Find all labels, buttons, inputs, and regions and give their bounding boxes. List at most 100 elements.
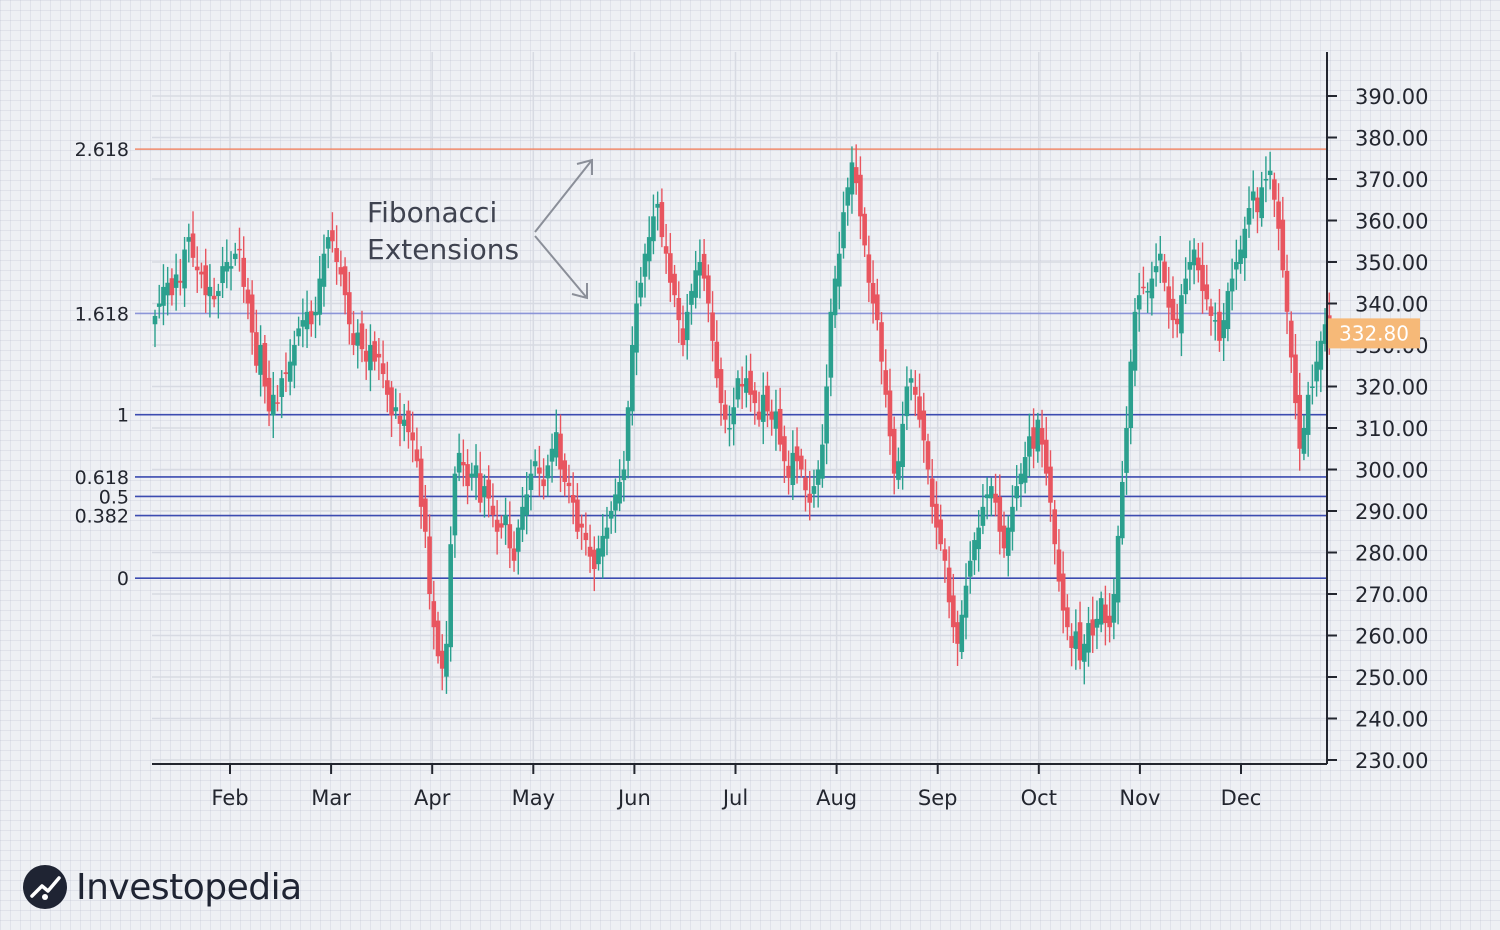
candle-body <box>727 428 732 430</box>
candle-body <box>630 345 635 412</box>
candle-body <box>1048 466 1053 503</box>
candle-body <box>427 536 432 594</box>
candle-body <box>1090 619 1096 636</box>
candle-body <box>866 254 872 283</box>
y-tick-label: 360.00 <box>1355 210 1428 234</box>
candle-body <box>756 411 762 420</box>
annotation: Fibonacci Extensions <box>367 158 593 300</box>
candle-body <box>1183 278 1188 295</box>
candle-body <box>921 410 927 441</box>
y-tick-label: 260.00 <box>1355 625 1428 649</box>
candle-body <box>807 493 813 503</box>
candle-body <box>182 249 187 289</box>
candle-body <box>845 187 851 206</box>
candle-body <box>562 460 568 482</box>
y-tick-label: 380.00 <box>1355 127 1428 151</box>
candle-body <box>697 262 703 276</box>
candle-body <box>1174 318 1180 325</box>
candle-body <box>566 482 572 487</box>
candle-body <box>942 549 948 561</box>
candle-body <box>1280 219 1286 271</box>
candle-body <box>896 461 901 480</box>
candle-body <box>1212 320 1218 322</box>
candle-body <box>579 523 584 528</box>
candle-body <box>482 486 487 498</box>
candle-body <box>249 294 255 333</box>
x-tick-label: Sep <box>918 786 958 810</box>
y-tick-label: 290.00 <box>1355 500 1428 524</box>
candle-body <box>1221 320 1226 339</box>
candle-body <box>216 291 221 297</box>
candle-body <box>456 452 462 473</box>
candle-body <box>169 278 175 296</box>
x-tick-label: Aug <box>816 786 857 810</box>
candle-body <box>989 486 994 499</box>
candle-body <box>262 343 268 387</box>
y-tick-label: 390.00 <box>1355 85 1428 109</box>
candle-body <box>1132 311 1138 371</box>
candle-body <box>917 396 922 420</box>
candle-body <box>1005 527 1011 556</box>
investopedia-logo: Investopedia <box>22 864 302 910</box>
candle-body <box>794 446 800 462</box>
candle-body <box>862 213 867 246</box>
candle-body <box>883 370 889 395</box>
candle-body <box>748 370 753 395</box>
candle-body <box>959 614 965 653</box>
candle-body <box>393 407 399 412</box>
candle-body <box>782 436 787 462</box>
candle-body <box>401 419 407 426</box>
candle-body <box>266 377 272 412</box>
candle-body <box>773 411 779 429</box>
fib-level-label: 0 <box>117 568 129 590</box>
candle-body <box>587 546 593 557</box>
candle-body <box>701 253 707 279</box>
x-tick-label: Apr <box>414 786 451 810</box>
candle-body <box>617 481 622 504</box>
candle-body <box>613 494 618 511</box>
candle-body <box>317 278 323 315</box>
candle-body <box>469 473 475 478</box>
candle-body <box>1238 249 1243 264</box>
candle-body <box>993 493 998 503</box>
candle-body <box>330 230 335 242</box>
fib-level-label: 1.618 <box>75 303 129 325</box>
candle-body <box>1060 573 1066 611</box>
candle-body <box>199 271 204 275</box>
candle-body <box>338 267 344 275</box>
candle-body <box>515 527 521 552</box>
candle-body <box>1242 228 1248 259</box>
candle-body <box>1276 201 1281 229</box>
candle-body <box>591 549 597 570</box>
candle-body <box>604 527 610 539</box>
candle-body <box>165 282 170 296</box>
candle-body <box>777 408 783 445</box>
candle-body <box>342 266 348 296</box>
x-tick-label: Nov <box>1119 786 1160 810</box>
candle-body <box>258 345 263 375</box>
candle-body <box>769 411 775 420</box>
candle-body <box>925 441 931 470</box>
candle-body <box>951 595 956 628</box>
candle-body <box>1162 261 1167 283</box>
candle-body <box>1035 419 1041 452</box>
candle-body <box>955 622 960 644</box>
candle-body <box>913 386 918 395</box>
candle-body <box>1018 473 1024 485</box>
candle-body <box>655 203 660 208</box>
candle-body <box>545 465 551 479</box>
y-tick-label: 350.00 <box>1355 251 1428 275</box>
candle-body <box>621 469 627 481</box>
candle-body <box>190 233 196 258</box>
candle-body <box>1086 623 1091 653</box>
candle-body <box>790 452 796 486</box>
x-tick-label: Dec <box>1221 786 1262 810</box>
gridlines <box>152 52 1327 764</box>
candle-body <box>744 378 749 393</box>
candle-body <box>752 390 758 404</box>
candle-body <box>321 253 327 287</box>
candle-body <box>908 378 914 383</box>
candle-body <box>1098 598 1104 625</box>
candle-body <box>296 328 301 337</box>
candle-body <box>503 515 508 526</box>
